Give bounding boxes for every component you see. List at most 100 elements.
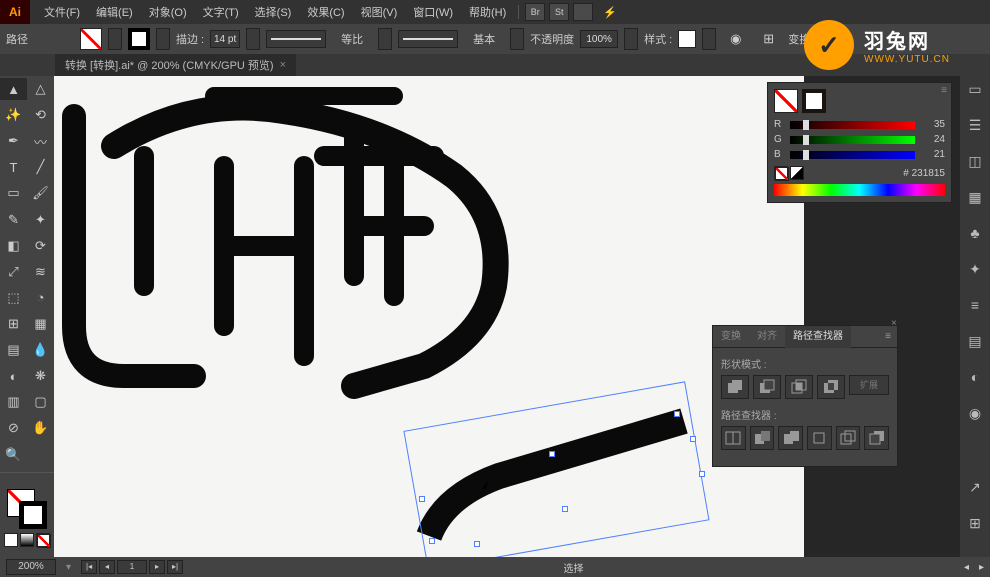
magic-wand-tool[interactable]: ✨ <box>0 104 27 126</box>
pen-tool[interactable]: ✒ <box>0 130 27 152</box>
type-tool[interactable]: T <box>0 156 27 178</box>
profile-dropdown[interactable] <box>378 28 392 50</box>
opacity-input[interactable]: 100% <box>580 30 618 48</box>
artboards-panel-icon[interactable]: ⊞ <box>965 514 985 532</box>
document-tab[interactable]: 转换 [转换].ai* @ 200% (CMYK/GPU 预览) × <box>55 54 296 76</box>
line-tool[interactable]: ╱ <box>27 156 54 178</box>
lasso-tool[interactable]: ⟲ <box>27 104 54 126</box>
width-tool[interactable]: ≋ <box>27 261 54 283</box>
first-artboard-btn[interactable]: |◂ <box>81 560 97 574</box>
gradient-tool[interactable]: ▤ <box>0 339 27 361</box>
stroke-dropdown[interactable] <box>156 28 170 50</box>
minus-front-button[interactable] <box>753 375 781 399</box>
menu-file[interactable]: 文件(F) <box>36 4 88 20</box>
fill-dropdown[interactable] <box>108 28 122 50</box>
selection-tool[interactable]: ▲ <box>0 78 27 100</box>
color-spectrum[interactable] <box>774 184 945 196</box>
trim-button[interactable] <box>750 426 775 450</box>
perspective-tool[interactable]: ⊞ <box>0 313 27 335</box>
style-dropdown[interactable] <box>702 28 716 50</box>
slice-tool[interactable]: ⊘ <box>0 417 27 439</box>
panel-close-icon[interactable]: × <box>891 318 901 328</box>
selection-handle[interactable] <box>549 451 555 457</box>
direct-selection-tool[interactable]: △ <box>27 78 54 100</box>
symbol-sprayer-tool[interactable]: ❋ <box>27 365 54 387</box>
stroke-width-input[interactable]: 14 pt <box>210 30 240 48</box>
expand-button[interactable]: 扩展 <box>849 375 889 395</box>
rotate-tool[interactable]: ⟳ <box>27 235 54 257</box>
scroll-left-btn[interactable]: ◂ <box>964 562 969 573</box>
menu-object[interactable]: 对象(O) <box>141 4 195 20</box>
outline-button[interactable] <box>836 426 861 450</box>
hex-value[interactable]: 231815 <box>912 168 945 179</box>
none-mode-btn[interactable] <box>36 533 50 547</box>
zoom-tool[interactable]: 🔍 <box>0 444 27 466</box>
shaper-tool[interactable]: ✦ <box>27 209 54 231</box>
fill-preview[interactable] <box>774 89 798 113</box>
hand-tool[interactable]: ✋ <box>27 417 54 439</box>
recolor-icon[interactable]: ◉ <box>722 28 749 50</box>
menu-effect[interactable]: 效果(C) <box>299 4 352 20</box>
brush-dropdown[interactable] <box>510 28 524 50</box>
artboard-tool[interactable]: ▢ <box>27 391 54 413</box>
stroke-panel-icon[interactable]: ≡ <box>965 296 985 314</box>
b-slider[interactable] <box>790 151 915 159</box>
selection-handle[interactable] <box>562 506 568 512</box>
curvature-tool[interactable]: 〰 <box>27 130 54 152</box>
scale-tool[interactable]: ⤢ <box>0 261 27 283</box>
menu-select[interactable]: 选择(S) <box>247 4 300 20</box>
selection-handle[interactable] <box>690 436 696 442</box>
gradient-mode-btn[interactable] <box>20 533 34 547</box>
g-slider[interactable] <box>790 136 915 144</box>
intersect-button[interactable] <box>785 375 813 399</box>
align-tab[interactable]: 对齐 <box>749 326 785 348</box>
stock-icon[interactable]: St <box>549 3 569 21</box>
style-swatch[interactable] <box>678 30 696 48</box>
eyedropper-tool[interactable]: 💧 <box>27 339 54 361</box>
menu-view[interactable]: 视图(V) <box>353 4 406 20</box>
blend-tool[interactable]: ◐ <box>0 365 27 387</box>
next-artboard-btn[interactable]: ▸ <box>149 560 165 574</box>
panel-menu-icon[interactable]: ≡ <box>879 331 897 342</box>
menu-help[interactable]: 帮助(H) <box>461 4 514 20</box>
stroke-swatch[interactable] <box>128 28 150 50</box>
selection-handle[interactable] <box>419 496 425 502</box>
appearance-panel-icon[interactable]: ◉ <box>965 404 985 422</box>
minus-back-button[interactable] <box>864 426 889 450</box>
menu-type[interactable]: 文字(T) <box>195 4 247 20</box>
shape-builder-tool[interactable]: ◔ <box>27 287 54 309</box>
divide-button[interactable] <box>721 426 746 450</box>
r-slider[interactable] <box>790 121 915 129</box>
selection-handle[interactable] <box>699 471 705 477</box>
paintbrush-tool[interactable]: 🖌 <box>27 182 54 204</box>
selection-handle[interactable] <box>674 411 680 417</box>
properties-panel-icon[interactable]: ▭ <box>965 80 985 98</box>
gpu-icon[interactable]: ⚡ <box>595 6 625 19</box>
last-artboard-btn[interactable]: ▸| <box>167 560 183 574</box>
transform-tab[interactable]: 变换 <box>713 326 749 348</box>
pathfinder-tab[interactable]: 路径查找器 <box>785 326 851 348</box>
scroll-right-btn[interactable]: ▸ <box>979 562 984 573</box>
align-icon[interactable]: ⊞ <box>755 28 782 50</box>
stroke-color-box[interactable] <box>19 501 47 529</box>
stroke-preview[interactable] <box>802 89 826 113</box>
brushes-panel-icon[interactable]: ♣ <box>965 224 985 242</box>
selection-handle[interactable] <box>474 541 480 547</box>
mesh-tool[interactable]: ▦ <box>27 313 54 335</box>
eraser-tool[interactable]: ◧ <box>0 235 27 257</box>
selection-handle[interactable] <box>429 538 435 544</box>
symbols-panel-icon[interactable]: ✦ <box>965 260 985 278</box>
fill-stroke-swatches[interactable] <box>0 479 54 557</box>
graph-tool[interactable]: ▥ <box>0 391 27 413</box>
artboard-number[interactable]: 1 <box>117 560 147 574</box>
r-value[interactable]: 35 <box>921 119 945 130</box>
prev-artboard-btn[interactable]: ◂ <box>99 560 115 574</box>
zoom-input[interactable]: 200% <box>6 559 56 575</box>
rectangle-tool[interactable]: ▭ <box>0 182 27 204</box>
close-tab-icon[interactable]: × <box>280 59 286 71</box>
crop-button[interactable] <box>807 426 832 450</box>
menu-window[interactable]: 窗口(W) <box>405 4 461 20</box>
unite-button[interactable] <box>721 375 749 399</box>
libraries-panel-icon[interactable]: ◫ <box>965 152 985 170</box>
gradient-panel-icon[interactable]: ▤ <box>965 332 985 350</box>
